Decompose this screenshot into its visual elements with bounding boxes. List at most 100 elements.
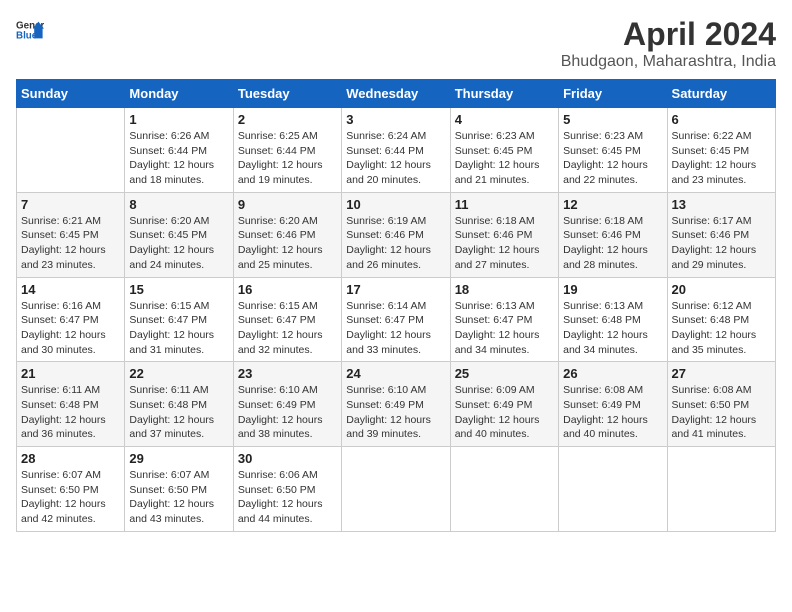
sunrise-text: Sunrise: 6:18 AM: [455, 215, 535, 227]
day-number: 23: [238, 366, 337, 381]
day-number: 18: [455, 282, 554, 297]
sunset-text: Sunset: 6:49 PM: [238, 399, 316, 411]
daylight-text: Daylight: 12 hours and 42 minutes.: [21, 498, 106, 525]
day-number: 20: [672, 282, 771, 297]
sunrise-text: Sunrise: 6:17 AM: [672, 215, 752, 227]
day-info: Sunrise: 6:07 AM Sunset: 6:50 PM Dayligh…: [21, 468, 120, 527]
weekday-header-monday: Monday: [125, 80, 233, 108]
daylight-text: Daylight: 12 hours and 29 minutes.: [672, 244, 757, 271]
sunrise-text: Sunrise: 6:07 AM: [129, 469, 209, 481]
sunrise-text: Sunrise: 6:23 AM: [455, 130, 535, 142]
day-info: Sunrise: 6:15 AM Sunset: 6:47 PM Dayligh…: [238, 299, 337, 358]
calendar-cell: 11 Sunrise: 6:18 AM Sunset: 6:46 PM Dayl…: [450, 192, 558, 277]
calendar-cell: 3 Sunrise: 6:24 AM Sunset: 6:44 PM Dayli…: [342, 108, 450, 193]
day-number: 1: [129, 112, 228, 127]
sunrise-text: Sunrise: 6:09 AM: [455, 384, 535, 396]
day-info: Sunrise: 6:06 AM Sunset: 6:50 PM Dayligh…: [238, 468, 337, 527]
calendar-cell: [450, 447, 558, 532]
calendar-cell: 15 Sunrise: 6:15 AM Sunset: 6:47 PM Dayl…: [125, 277, 233, 362]
calendar-table: SundayMondayTuesdayWednesdayThursdayFrid…: [16, 79, 776, 532]
calendar-week-2: 7 Sunrise: 6:21 AM Sunset: 6:45 PM Dayli…: [17, 192, 776, 277]
sunset-text: Sunset: 6:44 PM: [346, 145, 424, 157]
calendar-cell: 13 Sunrise: 6:17 AM Sunset: 6:46 PM Dayl…: [667, 192, 775, 277]
day-info: Sunrise: 6:13 AM Sunset: 6:48 PM Dayligh…: [563, 299, 662, 358]
weekday-header-thursday: Thursday: [450, 80, 558, 108]
month-title: April 2024: [561, 16, 776, 53]
calendar-cell: 14 Sunrise: 6:16 AM Sunset: 6:47 PM Dayl…: [17, 277, 125, 362]
daylight-text: Daylight: 12 hours and 33 minutes.: [346, 329, 431, 356]
calendar-cell: 9 Sunrise: 6:20 AM Sunset: 6:46 PM Dayli…: [233, 192, 341, 277]
day-number: 14: [21, 282, 120, 297]
logo: General Blue: [16, 16, 44, 44]
sunset-text: Sunset: 6:45 PM: [672, 145, 750, 157]
daylight-text: Daylight: 12 hours and 31 minutes.: [129, 329, 214, 356]
calendar-cell: 12 Sunrise: 6:18 AM Sunset: 6:46 PM Dayl…: [559, 192, 667, 277]
sunrise-text: Sunrise: 6:26 AM: [129, 130, 209, 142]
calendar-cell: 29 Sunrise: 6:07 AM Sunset: 6:50 PM Dayl…: [125, 447, 233, 532]
daylight-text: Daylight: 12 hours and 28 minutes.: [563, 244, 648, 271]
sunrise-text: Sunrise: 6:15 AM: [238, 300, 318, 312]
day-info: Sunrise: 6:14 AM Sunset: 6:47 PM Dayligh…: [346, 299, 445, 358]
calendar-cell: 10 Sunrise: 6:19 AM Sunset: 6:46 PM Dayl…: [342, 192, 450, 277]
sunset-text: Sunset: 6:50 PM: [238, 484, 316, 496]
sunset-text: Sunset: 6:45 PM: [129, 229, 207, 241]
sunrise-text: Sunrise: 6:21 AM: [21, 215, 101, 227]
day-number: 28: [21, 451, 120, 466]
calendar-cell: 16 Sunrise: 6:15 AM Sunset: 6:47 PM Dayl…: [233, 277, 341, 362]
day-number: 17: [346, 282, 445, 297]
calendar-cell: [342, 447, 450, 532]
day-number: 7: [21, 197, 120, 212]
calendar-cell: [667, 447, 775, 532]
calendar-cell: 24 Sunrise: 6:10 AM Sunset: 6:49 PM Dayl…: [342, 362, 450, 447]
calendar-cell: 18 Sunrise: 6:13 AM Sunset: 6:47 PM Dayl…: [450, 277, 558, 362]
calendar-cell: 27 Sunrise: 6:08 AM Sunset: 6:50 PM Dayl…: [667, 362, 775, 447]
calendar-cell: 22 Sunrise: 6:11 AM Sunset: 6:48 PM Dayl…: [125, 362, 233, 447]
page-header: General Blue April 2024 Bhudgaon, Mahara…: [16, 16, 776, 71]
weekday-header-tuesday: Tuesday: [233, 80, 341, 108]
day-info: Sunrise: 6:07 AM Sunset: 6:50 PM Dayligh…: [129, 468, 228, 527]
daylight-text: Daylight: 12 hours and 19 minutes.: [238, 159, 323, 186]
calendar-cell: 8 Sunrise: 6:20 AM Sunset: 6:45 PM Dayli…: [125, 192, 233, 277]
weekday-header-saturday: Saturday: [667, 80, 775, 108]
day-number: 30: [238, 451, 337, 466]
calendar-cell: 28 Sunrise: 6:07 AM Sunset: 6:50 PM Dayl…: [17, 447, 125, 532]
sunset-text: Sunset: 6:50 PM: [21, 484, 99, 496]
daylight-text: Daylight: 12 hours and 26 minutes.: [346, 244, 431, 271]
sunrise-text: Sunrise: 6:16 AM: [21, 300, 101, 312]
day-number: 19: [563, 282, 662, 297]
calendar-cell: 7 Sunrise: 6:21 AM Sunset: 6:45 PM Dayli…: [17, 192, 125, 277]
day-info: Sunrise: 6:11 AM Sunset: 6:48 PM Dayligh…: [21, 383, 120, 442]
sunset-text: Sunset: 6:50 PM: [672, 399, 750, 411]
daylight-text: Daylight: 12 hours and 34 minutes.: [455, 329, 540, 356]
day-number: 13: [672, 197, 771, 212]
day-number: 21: [21, 366, 120, 381]
sunrise-text: Sunrise: 6:13 AM: [455, 300, 535, 312]
daylight-text: Daylight: 12 hours and 32 minutes.: [238, 329, 323, 356]
sunset-text: Sunset: 6:44 PM: [129, 145, 207, 157]
calendar-cell: 30 Sunrise: 6:06 AM Sunset: 6:50 PM Dayl…: [233, 447, 341, 532]
calendar-week-4: 21 Sunrise: 6:11 AM Sunset: 6:48 PM Dayl…: [17, 362, 776, 447]
sunset-text: Sunset: 6:47 PM: [455, 314, 533, 326]
sunset-text: Sunset: 6:45 PM: [21, 229, 99, 241]
day-info: Sunrise: 6:12 AM Sunset: 6:48 PM Dayligh…: [672, 299, 771, 358]
daylight-text: Daylight: 12 hours and 18 minutes.: [129, 159, 214, 186]
day-info: Sunrise: 6:16 AM Sunset: 6:47 PM Dayligh…: [21, 299, 120, 358]
daylight-text: Daylight: 12 hours and 20 minutes.: [346, 159, 431, 186]
sunset-text: Sunset: 6:47 PM: [129, 314, 207, 326]
sunset-text: Sunset: 6:46 PM: [346, 229, 424, 241]
sunrise-text: Sunrise: 6:10 AM: [346, 384, 426, 396]
day-info: Sunrise: 6:20 AM Sunset: 6:46 PM Dayligh…: [238, 214, 337, 273]
day-info: Sunrise: 6:23 AM Sunset: 6:45 PM Dayligh…: [563, 129, 662, 188]
calendar-week-1: 1 Sunrise: 6:26 AM Sunset: 6:44 PM Dayli…: [17, 108, 776, 193]
sunrise-text: Sunrise: 6:25 AM: [238, 130, 318, 142]
daylight-text: Daylight: 12 hours and 40 minutes.: [455, 414, 540, 441]
sunrise-text: Sunrise: 6:22 AM: [672, 130, 752, 142]
sunrise-text: Sunrise: 6:20 AM: [129, 215, 209, 227]
calendar-cell: 6 Sunrise: 6:22 AM Sunset: 6:45 PM Dayli…: [667, 108, 775, 193]
sunset-text: Sunset: 6:47 PM: [346, 314, 424, 326]
calendar-cell: 4 Sunrise: 6:23 AM Sunset: 6:45 PM Dayli…: [450, 108, 558, 193]
sunrise-text: Sunrise: 6:19 AM: [346, 215, 426, 227]
day-info: Sunrise: 6:09 AM Sunset: 6:49 PM Dayligh…: [455, 383, 554, 442]
sunset-text: Sunset: 6:48 PM: [129, 399, 207, 411]
daylight-text: Daylight: 12 hours and 23 minutes.: [672, 159, 757, 186]
